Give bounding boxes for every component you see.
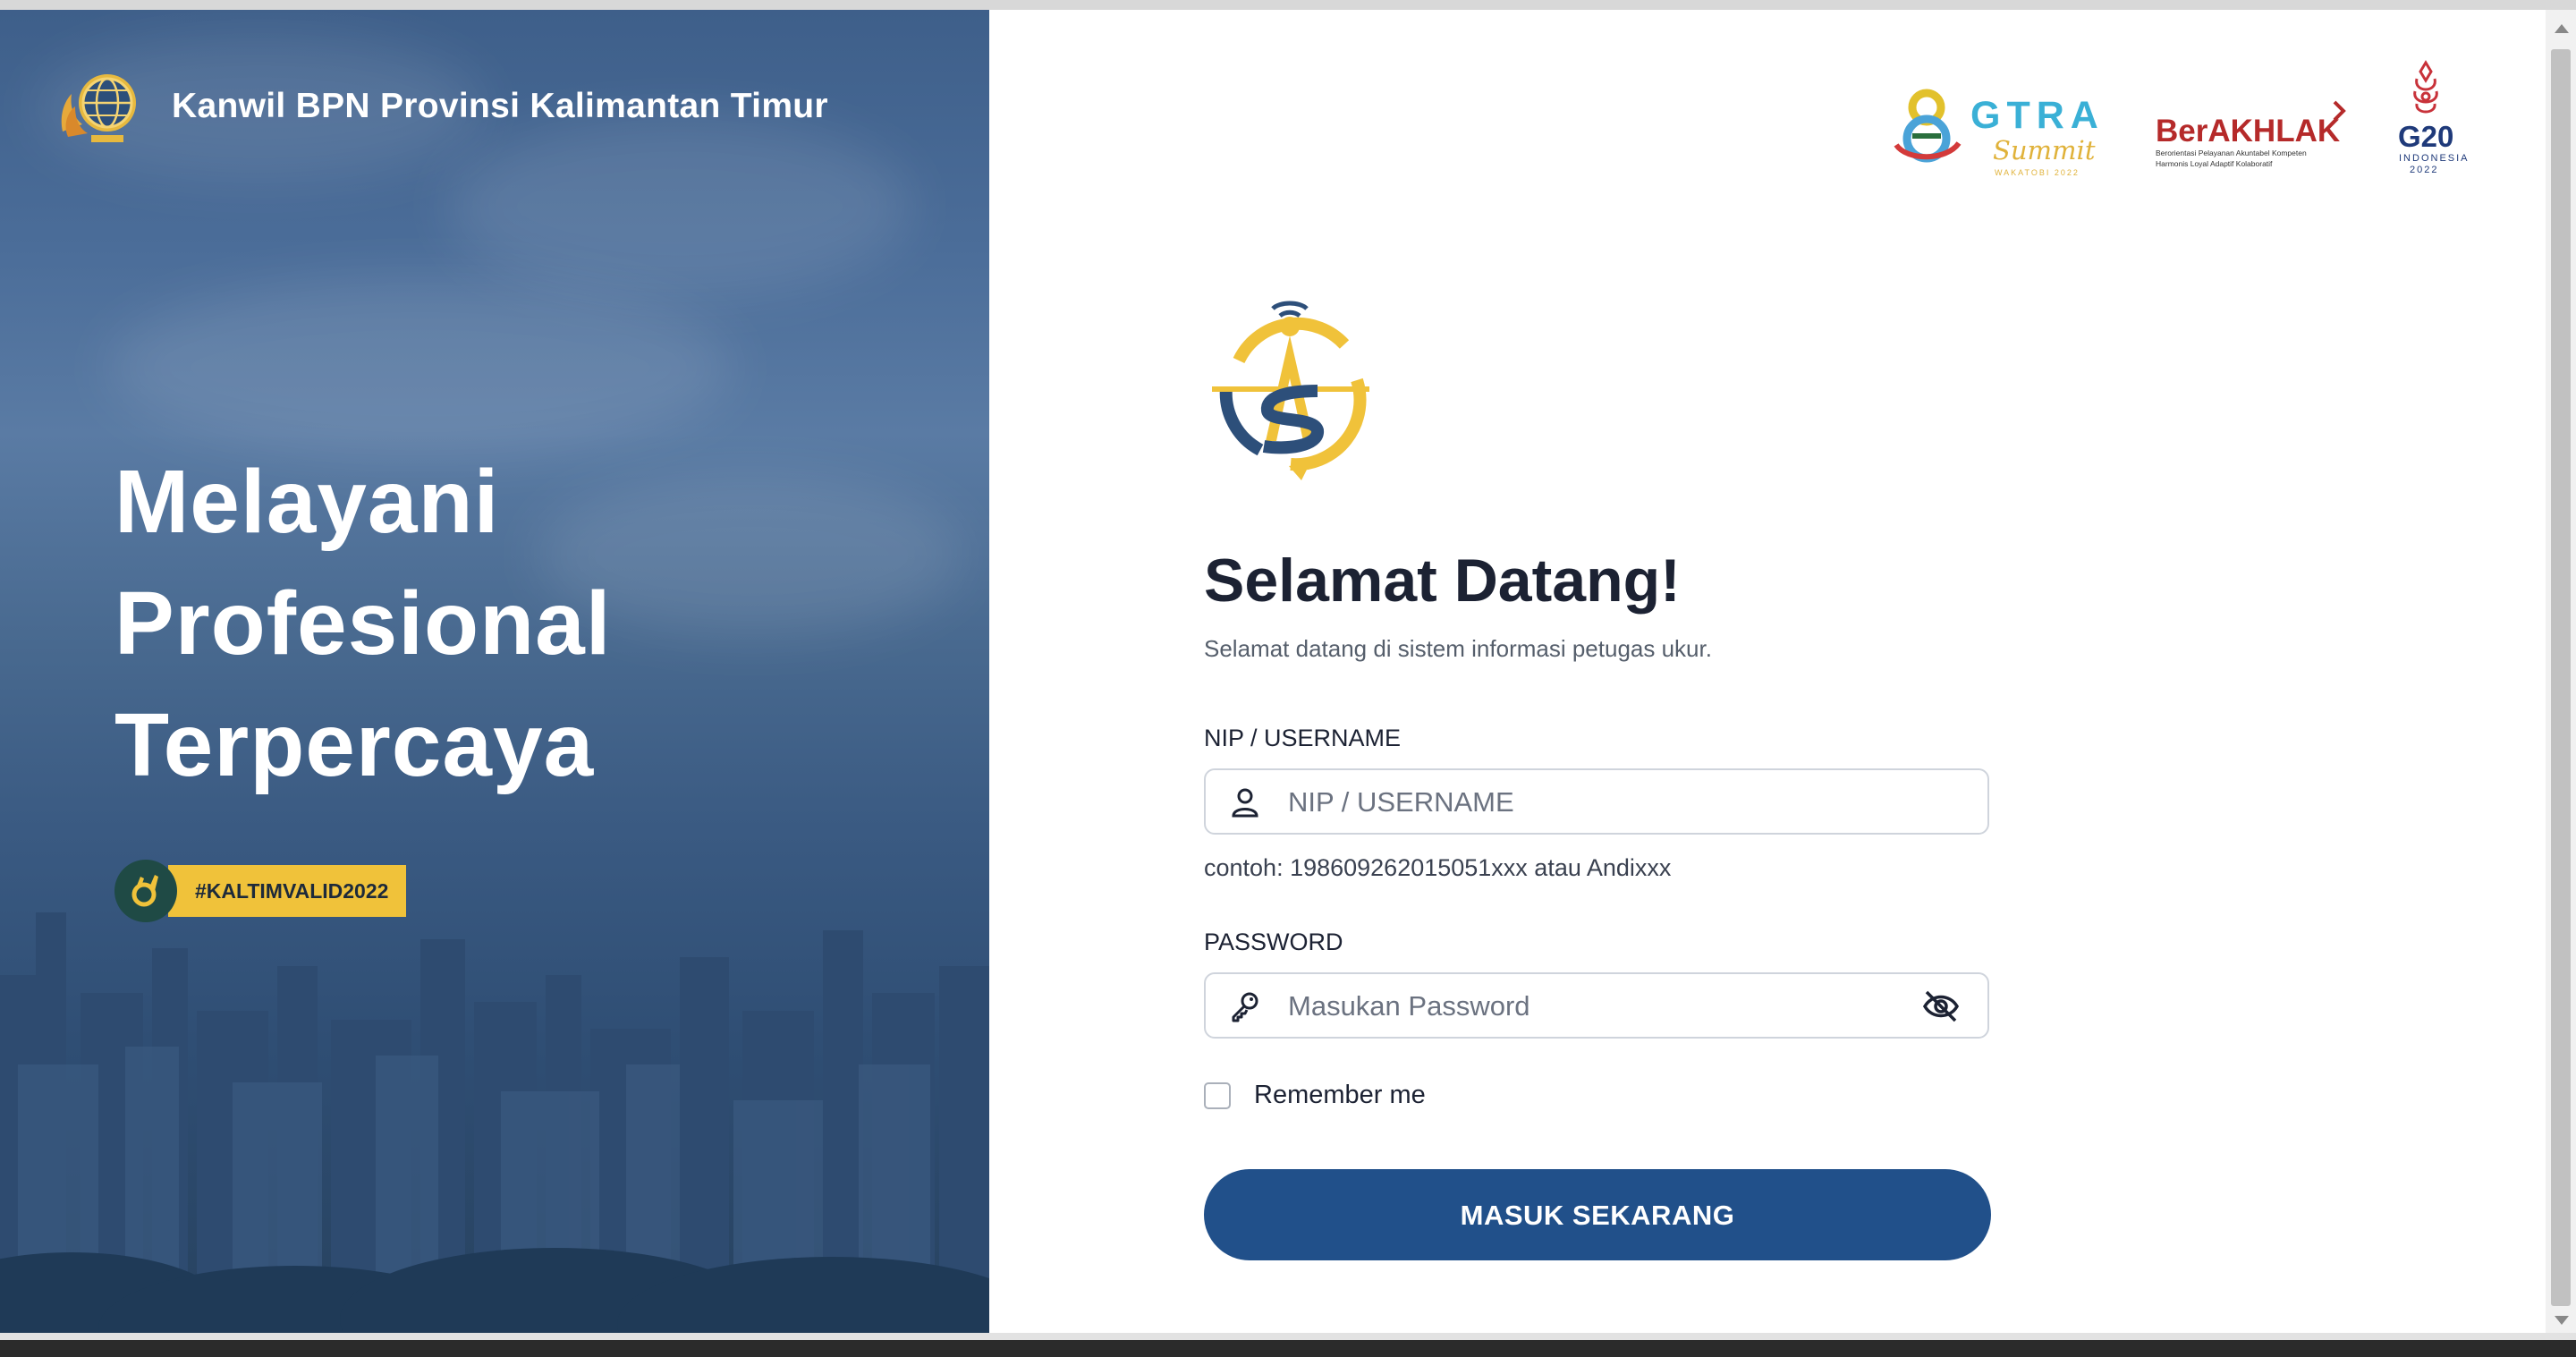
- remember-checkbox[interactable]: [1204, 1081, 1231, 1109]
- user-icon: [1232, 788, 1258, 818]
- welcome-title: Selamat Datang!: [1204, 547, 1681, 615]
- password-label: PASSWORD: [1204, 929, 1343, 955]
- hero-headline: Melayani Profesional Terpercaya: [114, 441, 612, 806]
- username-label: NIP / USERNAME: [1204, 725, 1402, 751]
- gtra-name: GTRA: [1970, 94, 2105, 137]
- g20-sub: 2022: [2410, 165, 2438, 175]
- taskbar-strip: [0, 1333, 2576, 1340]
- hashtag-badge: #KALTIMVALID2022: [114, 860, 407, 922]
- bpn-logo-icon: [61, 74, 136, 142]
- password-input[interactable]: [1286, 974, 1916, 1039]
- submit-button[interactable]: MASUK SEKARANG: [1204, 1169, 1991, 1260]
- hero-line: Profesional: [114, 573, 612, 674]
- key-icon: [1232, 992, 1258, 1022]
- username-input[interactable]: [1286, 770, 1916, 835]
- taskbar: [0, 1333, 2576, 1357]
- scrollbar[interactable]: [2546, 10, 2576, 1333]
- berakhlak-name: BerAKHLAK: [2156, 114, 2340, 148]
- cloud: [107, 278, 733, 457]
- scrollbar-thumb[interactable]: [2551, 49, 2571, 1306]
- remember-label: Remember me: [1254, 1081, 1426, 1109]
- gtra-sub: WAKATOBI 2022: [1995, 168, 2080, 177]
- password-field[interactable]: [1204, 972, 1989, 1039]
- window-top-border: [0, 0, 2576, 10]
- username-hint: contoh: 198609262015051xxx atau Andixxx: [1204, 854, 1672, 881]
- login-panel: [989, 10, 2546, 1333]
- remember-me[interactable]: Remember me: [1204, 1081, 1426, 1110]
- brand-title: Kanwil BPN Provinsi Kalimantan Timur: [172, 87, 828, 125]
- brand-header: Kanwil BPN Provinsi Kalimantan Timur: [55, 62, 828, 151]
- g20-sub: INDONESIA: [2399, 153, 2470, 164]
- gtra-script: Summit: [1993, 135, 2096, 165]
- hero-line: Terpercaya: [114, 695, 595, 795]
- berakhlak-sub: Harmonis Loyal Adaptif Kolaboratif: [2156, 159, 2273, 168]
- username-field[interactable]: [1204, 768, 1989, 835]
- scroll-up-icon[interactable]: [2555, 24, 2569, 33]
- ok-hand-icon: [114, 860, 177, 922]
- berakhlak-sub: Berorientasi Pelayanan Akuntabel Kompete…: [2156, 148, 2307, 157]
- partner-logos: GTRA Summit WAKATOBI 2022 BerAKHLAK Bero…: [1894, 60, 2470, 177]
- scroll-down-icon[interactable]: [2555, 1316, 2569, 1325]
- g20-emblem-icon: [2413, 60, 2438, 114]
- eye-off-icon[interactable]: [1921, 988, 1961, 1024]
- hashtag-label: #KALTIMVALID2022: [168, 865, 407, 917]
- gtra-logo-icon: [1894, 89, 1962, 163]
- app-logo-icon: [1212, 301, 1369, 480]
- hero-panel: Kanwil BPN Provinsi Kalimantan Timur Mel…: [0, 10, 989, 1333]
- hero-line: Melayani: [114, 452, 500, 552]
- welcome-subtitle: Selamat datang di sistem informasi petug…: [1204, 635, 1712, 662]
- g20-name: G20: [2398, 120, 2453, 153]
